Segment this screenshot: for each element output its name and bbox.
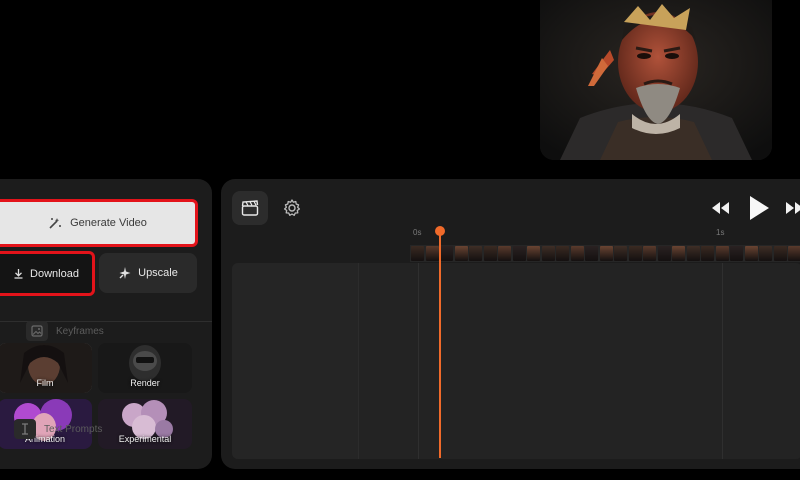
frame-thumbnail-strip[interactable]: [410, 245, 800, 262]
frame-thumbnail: [701, 246, 714, 261]
frame-thumbnail: [541, 246, 555, 261]
frame-thumbnail: [672, 246, 685, 261]
track-text-prompts[interactable]: Text Prompts: [14, 419, 102, 439]
frame-thumbnail: [773, 246, 787, 261]
frame-thumbnail: [788, 246, 800, 261]
text-cursor-icon: [14, 419, 36, 439]
frame-thumbnail: [759, 246, 772, 261]
timeline-tracks[interactable]: [232, 263, 800, 459]
fast-forward-icon[interactable]: [784, 200, 800, 216]
frame-thumbnail: [469, 246, 482, 261]
style-card-render[interactable]: Render: [98, 343, 192, 393]
play-icon[interactable]: [747, 194, 771, 222]
rewind-icon[interactable]: [709, 200, 731, 216]
frame-thumbnail: [556, 246, 569, 261]
download-label: Download: [30, 267, 79, 280]
track-label-text-prompts: Text Prompts: [44, 423, 103, 435]
generate-video-button[interactable]: Generate Video: [0, 199, 198, 247]
frame-thumbnail: [570, 246, 584, 261]
upscale-button[interactable]: Upscale: [99, 253, 197, 293]
clapperboard-icon: [241, 200, 259, 216]
magic-wand-icon: [49, 218, 62, 229]
clapperboard-tab-button[interactable]: [232, 191, 268, 225]
track-keyframes[interactable]: Keyframes: [14, 321, 104, 341]
generate-video-label: Generate Video: [70, 217, 147, 229]
grid-line: [418, 263, 419, 459]
image-icon: [26, 321, 48, 341]
time-tick-start: 0s: [413, 228, 422, 237]
style-card-film[interactable]: Film: [0, 343, 92, 393]
frame-thumbnail: [657, 246, 671, 261]
style-label-render: Render: [130, 378, 160, 388]
settings-button[interactable]: [280, 196, 304, 220]
frame-thumbnail: [643, 246, 656, 261]
video-preview-image: [540, 0, 772, 160]
download-button[interactable]: Download: [0, 251, 95, 296]
frame-thumbnail: [512, 246, 526, 261]
playhead-line[interactable]: [439, 234, 441, 458]
time-tick-mid: 1s: [716, 228, 725, 237]
sparkle-icon: [119, 267, 131, 279]
frame-thumbnail: [498, 246, 511, 261]
frame-thumbnail: [585, 246, 598, 261]
gear-icon: [283, 199, 301, 216]
frame-thumbnail: [483, 246, 497, 261]
track-label-column: [232, 263, 359, 459]
style-card-experimental[interactable]: Experimental: [98, 399, 192, 449]
frame-thumbnail: [715, 246, 729, 261]
download-icon: [14, 269, 23, 279]
frame-thumbnail: [686, 246, 700, 261]
frame-thumbnail: [454, 246, 468, 261]
upscale-label: Upscale: [138, 267, 178, 279]
frame-thumbnail: [411, 246, 424, 261]
style-label-film: Film: [36, 378, 54, 388]
playhead-handle[interactable]: [435, 226, 445, 236]
frame-thumbnail: [744, 246, 758, 261]
frame-thumbnail: [527, 246, 540, 261]
frame-thumbnail: [614, 246, 627, 261]
frame-thumbnail: [730, 246, 743, 261]
frame-thumbnail: [599, 246, 613, 261]
grid-line: [722, 263, 723, 459]
track-label-keyframes: Keyframes: [56, 325, 104, 337]
frame-thumbnail: [425, 246, 439, 261]
frame-thumbnail: [440, 246, 453, 261]
frame-thumbnail: [628, 246, 642, 261]
style-label-experimental: Experimental: [118, 434, 172, 444]
